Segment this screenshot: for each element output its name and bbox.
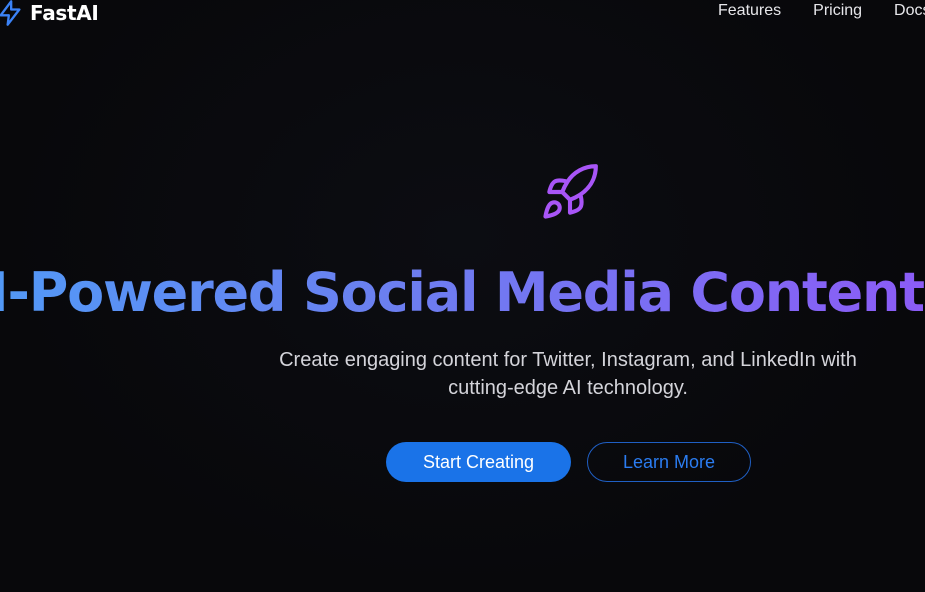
nav-link-pricing[interactable]: Pricing <box>813 1 862 21</box>
lightning-bolt-icon <box>0 0 24 27</box>
nav-link-docs[interactable]: Docs <box>894 1 925 21</box>
rocket-icon <box>539 161 601 223</box>
nav-link-features[interactable]: Features <box>718 1 781 21</box>
brand-logo-link[interactable]: FastAI <box>0 0 99 27</box>
brand-name: FastAI <box>30 1 99 25</box>
learn-more-button[interactable]: Learn More <box>587 442 751 482</box>
start-creating-button[interactable]: Start Creating <box>386 442 571 482</box>
landing-page: FastAI Features Pricing Docs AI-Powered … <box>0 0 925 592</box>
hero-subtitle: Create engaging content for Twitter, Ins… <box>279 349 857 399</box>
main-nav: Features Pricing Docs <box>718 1 925 21</box>
hero-title: AI-Powered Social Media Content <box>0 258 925 328</box>
